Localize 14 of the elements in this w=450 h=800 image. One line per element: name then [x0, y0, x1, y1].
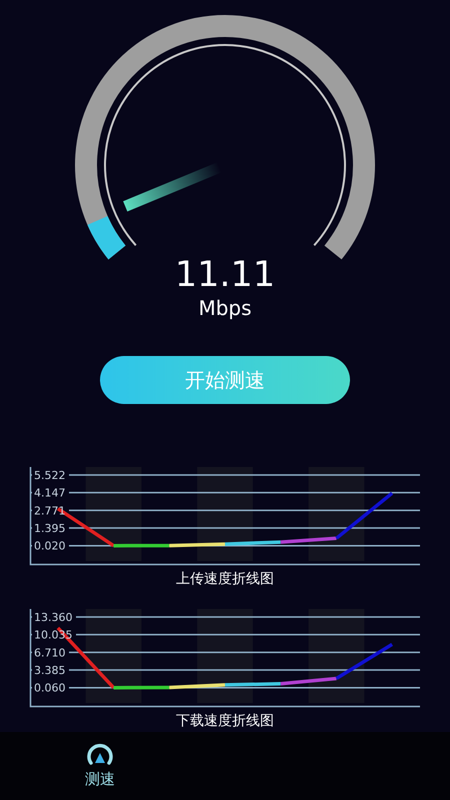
- speed-value: 11.11: [174, 255, 276, 295]
- speed-unit: Mbps: [198, 295, 252, 321]
- gauge-fill: [88, 216, 126, 260]
- y-tick-label: 1.395: [34, 522, 66, 536]
- gauge-icon: [86, 743, 114, 767]
- y-tick-label: 6.710: [34, 646, 66, 660]
- y-tick-label: 0.020: [34, 540, 66, 553]
- chart-title: 下载速度折线图: [176, 712, 274, 731]
- y-tick-label: 3.385: [34, 664, 66, 678]
- y-tick-label: 0.060: [34, 682, 66, 695]
- y-tick-label: 5.522: [34, 468, 66, 482]
- y-tick-label: 13.360: [34, 610, 72, 624]
- chart-title: 上传速度折线图: [176, 570, 274, 589]
- y-tick-label: 4.147: [34, 486, 66, 500]
